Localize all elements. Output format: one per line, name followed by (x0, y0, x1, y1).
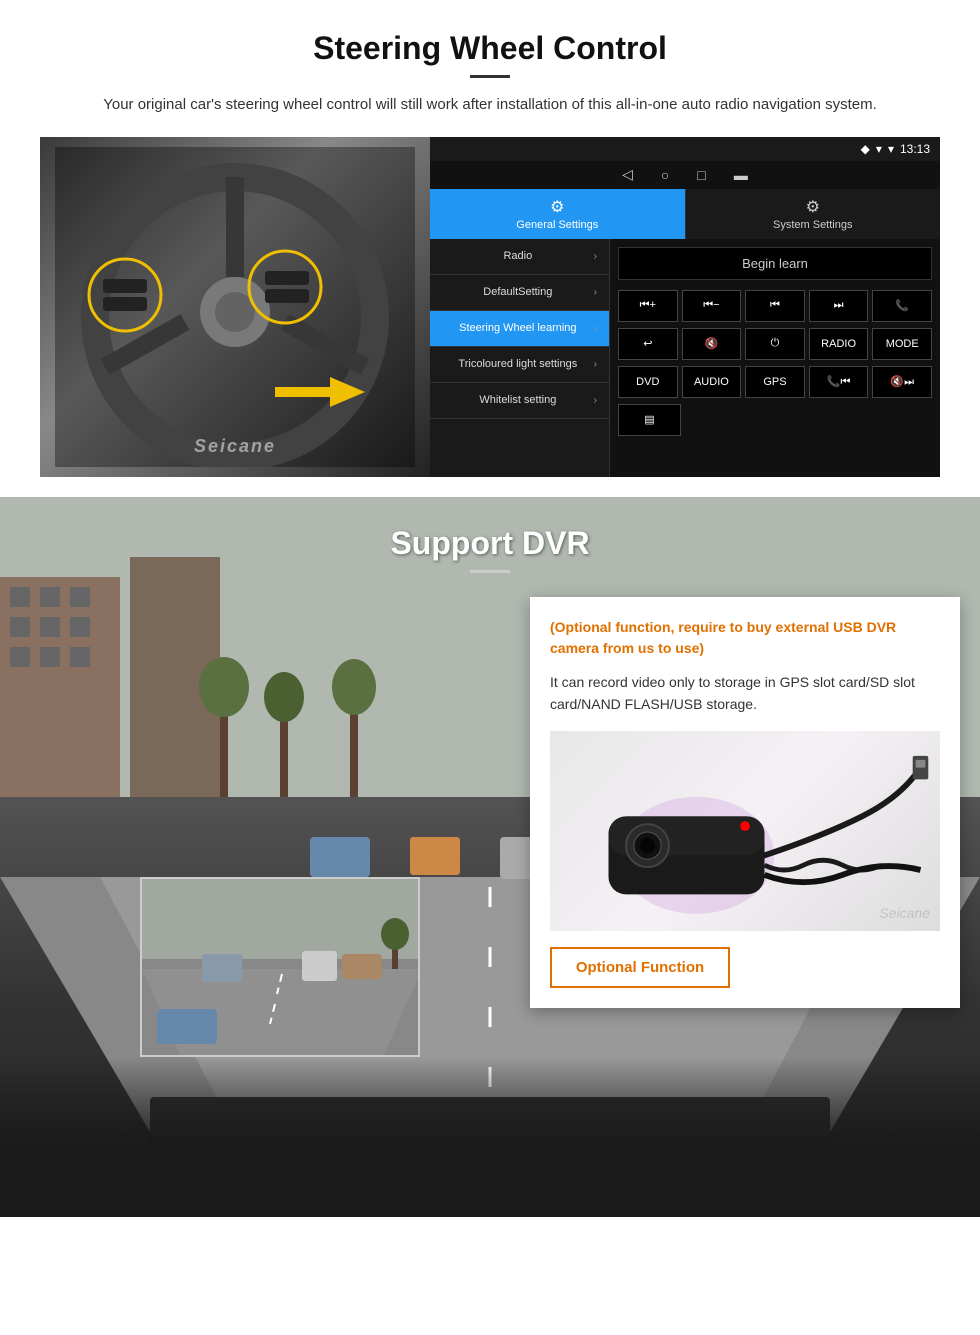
btn-radio[interactable]: RADIO (809, 328, 869, 360)
control-grid-row1: ⏮+ ⏮− ⏮ ⏭ 📞 (618, 290, 932, 322)
optional-function-button[interactable]: Optional Function (550, 947, 730, 988)
steering-photo: Seicane (40, 137, 430, 477)
btn-audio[interactable]: AUDIO (682, 366, 742, 398)
btn-vol-down[interactable]: ⏮− (682, 290, 742, 322)
menu-default-arrow: › (594, 287, 597, 298)
tab-system-label: System Settings (773, 219, 852, 231)
tab-system-settings[interactable]: ⚙ System Settings (685, 189, 941, 239)
tab-general-label: General Settings (516, 219, 598, 231)
dvr-divider (470, 570, 510, 573)
dvr-watermark: Seicane (879, 905, 930, 921)
dvr-title-area: Support DVR (0, 497, 980, 583)
back-nav[interactable]: ◁ (622, 166, 633, 183)
menu-radio-label: Radio (442, 250, 594, 262)
btn-mute-next[interactable]: 🔇⏭ (872, 366, 932, 398)
steering-wheel-svg (55, 147, 415, 467)
thumbnail-road-view (142, 879, 420, 1057)
home-nav[interactable]: ○ (661, 167, 669, 183)
android-screen: ◆ ▾ ▾ 13:13 ◁ ○ □ ▬ ⚙ General Settings ⚙ (430, 137, 940, 477)
menu-whitelist-label: Whitelist setting (442, 394, 594, 406)
recent-nav[interactable]: □ (697, 167, 705, 183)
control-grid-row4: ▤ (618, 404, 932, 436)
seicane-watermark: Seicane (194, 436, 276, 457)
btn-phone[interactable]: 📞 (872, 290, 932, 322)
btn-phone-prev[interactable]: 📞⏮ (809, 366, 869, 398)
btn-mode[interactable]: MODE (872, 328, 932, 360)
title-divider (470, 75, 510, 78)
system-icon: ⚙ (806, 197, 820, 217)
steering-content: Begin learn ⏮+ ⏮− ⏮ ⏭ 📞 ↩ 🔇 ⏻ RADIO (610, 239, 940, 477)
menu-list: Radio › DefaultSetting › Steering Wheel … (430, 239, 610, 477)
dvr-bottom-gradient (0, 1057, 980, 1217)
menu-content: Radio › DefaultSetting › Steering Wheel … (430, 239, 940, 477)
control-grid-row2: ↩ 🔇 ⏻ RADIO MODE (618, 328, 932, 360)
menu-radio-arrow: › (594, 251, 597, 262)
btn-mute[interactable]: 🔇 (682, 328, 742, 360)
begin-learn-button[interactable]: Begin learn (618, 247, 932, 280)
control-grid-row3: DVD AUDIO GPS 📞⏮ 🔇⏭ (618, 366, 932, 398)
steering-section: Steering Wheel Control Your original car… (0, 0, 980, 497)
btn-next[interactable]: ⏭ (809, 290, 869, 322)
signal-icon: ▾ (876, 142, 882, 156)
menu-item-steering[interactable]: Steering Wheel learning › (430, 311, 609, 347)
steering-subtitle: Your original car's steering wheel contr… (40, 94, 940, 117)
btn-prev[interactable]: ⏮ (745, 290, 805, 322)
dvr-camera-image: Seicane (550, 731, 940, 931)
btn-power[interactable]: ⏻ (745, 328, 805, 360)
menu-item-radio[interactable]: Radio › (430, 239, 609, 275)
location-icon: ◆ (861, 142, 870, 156)
btn-dvd[interactable]: DVD (618, 366, 678, 398)
menu-item-default[interactable]: DefaultSetting › (430, 275, 609, 311)
tab-general-settings[interactable]: ⚙ General Settings (430, 189, 685, 239)
dvr-info-card: (Optional function, require to buy exter… (530, 597, 960, 1009)
btn-vol-up[interactable]: ⏮+ (618, 290, 678, 322)
dvr-thumbnail (140, 877, 420, 1057)
nav-bar: ◁ ○ □ ▬ (430, 161, 940, 189)
menu-tricolour-label: Tricoloured light settings (442, 358, 594, 370)
menu-steering-label: Steering Wheel learning (442, 322, 594, 334)
dvr-description: It can record video only to storage in G… (550, 671, 940, 716)
wifi-icon: ▾ (888, 142, 894, 156)
menu-default-label: DefaultSetting (442, 286, 594, 298)
btn-extra[interactable]: ▤ (618, 404, 681, 436)
time-display: 13:13 (900, 142, 930, 156)
tab-row: ⚙ General Settings ⚙ System Settings (430, 189, 940, 239)
settings-icon: ⚙ (550, 197, 564, 217)
menu-nav[interactable]: ▬ (734, 167, 748, 183)
menu-tricolour-arrow: › (594, 359, 597, 370)
menu-whitelist-arrow: › (594, 395, 597, 406)
steering-title: Steering Wheel Control (40, 30, 940, 67)
menu-steering-arrow: › (594, 323, 597, 334)
btn-gps[interactable]: GPS (745, 366, 805, 398)
status-bar: ◆ ▾ ▾ 13:13 (430, 137, 940, 161)
btn-back[interactable]: ↩ (618, 328, 678, 360)
dvr-title: Support DVR (0, 525, 980, 562)
dvr-section: Support DVR (Optional function, require … (0, 497, 980, 1217)
dvr-optional-note: (Optional function, require to buy exter… (550, 617, 940, 659)
camera-illustration (550, 736, 940, 926)
steering-wheel-bg: Seicane (40, 137, 430, 477)
menu-item-whitelist[interactable]: Whitelist setting › (430, 383, 609, 419)
steering-demo: Seicane ◆ ▾ ▾ 13:13 ◁ ○ □ ▬ ⚙ (40, 137, 940, 477)
menu-item-tricolour[interactable]: Tricoloured light settings › (430, 347, 609, 383)
